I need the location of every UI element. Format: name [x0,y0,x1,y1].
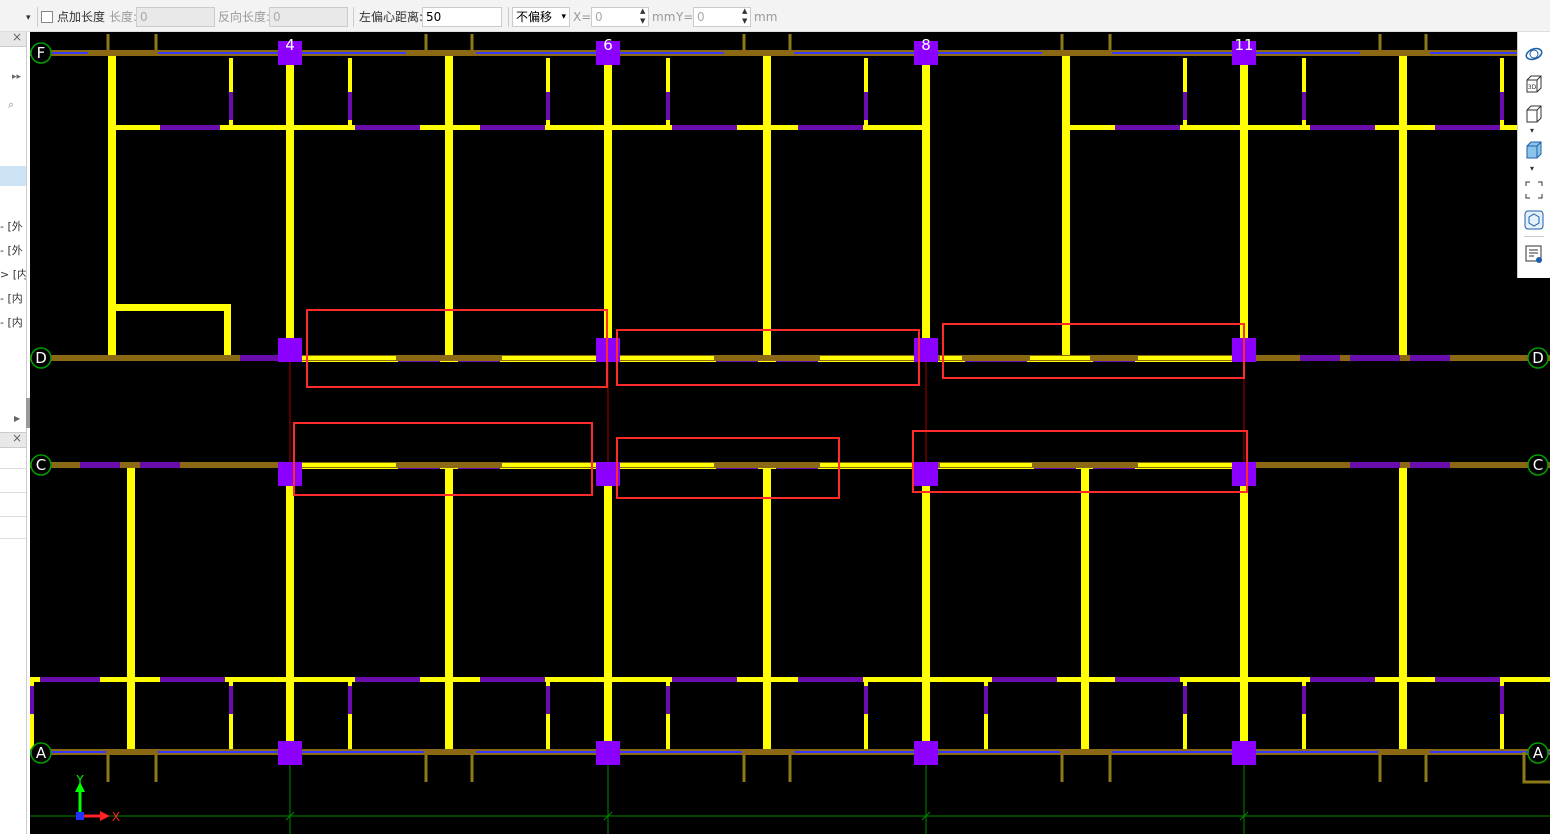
x-unit-label: mm [652,10,676,24]
x-label: X= [573,10,592,24]
dropdown-chevron-icon[interactable]: ▾ [26,8,31,28]
highlight-box [942,323,1245,379]
axis-label-11: 11 [1234,36,1253,54]
orbit-icon[interactable] [1524,44,1544,64]
select-area-icon[interactable] [1524,180,1544,200]
reverse-length-label: 反向长度: [218,10,271,24]
floor-plan-drawing[interactable]: 4 6 8 11 F D C A D C A Y X [30,32,1550,834]
cad-canvas[interactable]: 4 6 8 11 F D C A D C A Y X [30,32,1550,834]
y-spinner-icon[interactable]: ▲ ▼ [742,6,747,26]
properties-icon[interactable] [1524,244,1544,264]
point-length-checkbox[interactable] [41,11,53,23]
axis-label-8: 8 [921,36,931,54]
scroll-right-icon[interactable]: ▶ [14,414,20,423]
svg-text:X: X [112,810,120,824]
search-icon[interactable]: ⌕ [8,98,14,112]
axis-label-d: D [35,349,47,367]
svg-text:3D: 3D [1528,84,1537,91]
tree-item[interactable]: - [内 [0,290,23,306]
axis-label-4: 4 [285,36,295,54]
left-offset-label: 左偏心距离: [359,10,424,24]
axis-label-a: A [36,744,47,762]
tree-item[interactable]: - [内 [0,314,23,330]
3d-view-icon[interactable]: 3D [1524,74,1544,94]
axis-label-f: F [37,44,46,62]
view-toolbar: 3D ▾ ▾ [1517,32,1550,278]
length-input[interactable]: 0 [136,7,215,27]
ucs-icon: Y X [75,773,120,824]
offset-mode-select[interactable]: 不偏移 ▾ [512,7,570,27]
point-length-label: 点加长度 [57,10,106,24]
chevron-down-icon[interactable]: ▾ [1530,126,1534,135]
selected-tree-item[interactable] [0,166,26,186]
component-icon[interactable] [1524,210,1544,230]
close-icon[interactable]: × [12,32,22,44]
left-offset-input[interactable]: 50 [422,7,502,27]
x-spinner-icon[interactable]: ▲ ▼ [640,6,645,26]
chevron-down-icon: ▾ [561,12,566,22]
tree-item[interactable]: > [内 [0,266,26,282]
chevron-down-icon[interactable]: ▾ [1530,164,1534,173]
reverse-length-input[interactable]: 0 [269,7,348,27]
left-panel: × ▸▸ ⌕ - [外 - [外 > [内 - [内 - [内 ▶ × [0,32,27,834]
axis-label-a-right: A [1533,744,1544,762]
solid-box-icon[interactable] [1524,140,1544,160]
close-icon[interactable]: × [12,431,22,445]
tree-item[interactable]: - [外 [0,218,23,234]
highlight-box [293,422,593,496]
axis-label-d-right: D [1532,349,1544,367]
box-view-icon[interactable] [1524,104,1544,124]
y-unit-label: mm [754,10,778,24]
axis-label-c-right: C [1533,456,1543,474]
highlight-box [306,309,608,388]
svg-text:Y: Y [75,773,84,787]
y-label: Y= [676,10,694,24]
toolbar: ▾ 点加长度 长度: 0 反向长度: 0 左偏心距离: 50 不偏移 ▾ X= … [0,0,1550,32]
expand-arrows-icon[interactable]: ▸▸ [12,72,21,82]
axis-label-6: 6 [603,36,613,54]
highlight-box [912,430,1248,493]
length-label: 长度: [109,10,138,24]
tree-item[interactable]: - [外 [0,242,23,258]
offset-mode-value: 不偏移 [516,10,553,24]
axis-label-c: C [36,456,46,474]
